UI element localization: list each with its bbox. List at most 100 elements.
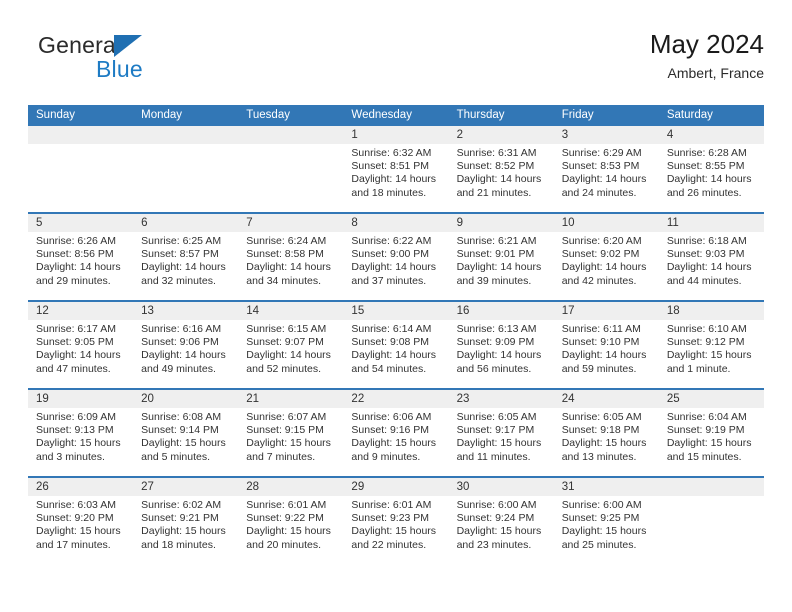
day-number: 18 bbox=[658, 302, 764, 320]
calendar-day-cell[interactable]: 30 Sunrise: 6:00 AM Sunset: 9:24 PM Dayligh… bbox=[448, 478, 554, 566]
calendar-day-cell[interactable]: 6 Sunrise: 6:25 AM Sunset: 8:57 PM Daylight… bbox=[133, 214, 239, 300]
daylight-text-line1: Daylight: 15 hours bbox=[561, 525, 647, 538]
calendar-day-cell[interactable]: 4 Sunrise: 6:28 AM Sunset: 8:55 PM Daylight… bbox=[658, 126, 764, 212]
calendar-day-cell[interactable]: 9 Sunrise: 6:21 AM Sunset: 9:01 PM Daylight… bbox=[448, 214, 554, 300]
calendar-day-cell[interactable]: 28 Sunrise: 6:01 AM Sunset: 9:22 PM Dayligh… bbox=[238, 478, 344, 566]
sunset-text: Sunset: 9:10 PM bbox=[561, 336, 640, 349]
day-details: Sunrise: 6:00 AM Sunset: 9:25 PM Daylight:… bbox=[554, 496, 659, 552]
day-number: 8 bbox=[343, 214, 449, 232]
daylight-text-line2: and 13 minutes. bbox=[561, 450, 637, 463]
calendar-day-cell[interactable]: 18 Sunrise: 6:10 AM Sunset: 9:12 PM Dayligh… bbox=[658, 302, 764, 388]
day-number bbox=[28, 126, 134, 144]
sunrise-text: Sunrise: 6:26 AM bbox=[36, 235, 116, 247]
calendar-day-cell[interactable]: 8 Sunrise: 6:22 AM Sunset: 9:00 PM Daylight… bbox=[343, 214, 449, 300]
day-details: Sunrise: 6:20 AM Sunset: 9:02 PM Daylight:… bbox=[554, 232, 659, 288]
calendar-day-cell[interactable]: 5 Sunrise: 6:26 AM Sunset: 8:56 PM Daylight… bbox=[28, 214, 134, 300]
calendar-day-cell[interactable]: 12 Sunrise: 6:17 AM Sunset: 9:05 PM Dayligh… bbox=[28, 302, 134, 388]
day-number: 15 bbox=[343, 302, 449, 320]
day-details: Sunrise: 6:32 AM Sunset: 8:51 PM Daylight:… bbox=[343, 144, 448, 200]
calendar-day-cell[interactable]: 26 Sunrise: 6:03 AM Sunset: 9:20 PM Dayligh… bbox=[28, 478, 134, 566]
calendar-day-cell[interactable]: 13 Sunrise: 6:16 AM Sunset: 9:06 PM Dayligh… bbox=[133, 302, 239, 388]
day-number: 13 bbox=[133, 302, 239, 320]
daylight-text-line2: and 18 minutes. bbox=[351, 186, 427, 199]
daylight-text-line2: and 52 minutes. bbox=[246, 362, 321, 375]
weekday-header-monday: Monday bbox=[141, 109, 183, 121]
calendar-day-cell[interactable]: 24 Sunrise: 6:05 AM Sunset: 9:18 PM Dayligh… bbox=[553, 390, 659, 476]
sunrise-text: Sunrise: 6:10 AM bbox=[666, 323, 747, 335]
calendar-day-cell[interactable]: 11 Sunrise: 6:18 AM Sunset: 9:03 PM Dayligh… bbox=[658, 214, 764, 300]
daylight-text-line1: Daylight: 15 hours bbox=[351, 525, 437, 538]
calendar-day-cell[interactable]: 10 Sunrise: 6:20 AM Sunset: 9:02 PM Dayligh… bbox=[553, 214, 659, 300]
title-block: May 2024 Ambert, France bbox=[650, 28, 764, 83]
calendar-day-cell[interactable]: 23 Sunrise: 6:05 AM Sunset: 9:17 PM Dayligh… bbox=[448, 390, 554, 476]
sunrise-text: Sunrise: 6:22 AM bbox=[351, 235, 432, 247]
sunrise-text: Sunrise: 6:24 AM bbox=[246, 235, 327, 247]
daylight-text-line1: Daylight: 14 hours bbox=[351, 173, 437, 186]
daylight-text-line1: Daylight: 14 hours bbox=[351, 261, 437, 274]
calendar-day-cell[interactable]: 21 Sunrise: 6:07 AM Sunset: 9:15 PM Dayligh… bbox=[238, 390, 344, 476]
daylight-text-line2: and 7 minutes. bbox=[246, 450, 316, 463]
sunset-text: Sunset: 9:16 PM bbox=[351, 424, 430, 437]
calendar-day-cell[interactable]: 1 Sunrise: 6:32 AM Sunset: 8:51 PM Daylight… bbox=[343, 126, 449, 212]
general-blue-logo[interactable]: General Blue bbox=[38, 32, 218, 90]
weekday-header-row: Sunday Monday Tuesday Wednesday Thursday Frid… bbox=[28, 105, 764, 126]
daylight-text-line1: Daylight: 15 hours bbox=[36, 525, 121, 538]
daylight-text-line1: Daylight: 14 hours bbox=[561, 261, 647, 274]
calendar-day-cell[interactable]: 15 Sunrise: 6:14 AM Sunset: 9:08 PM Dayligh… bbox=[343, 302, 449, 388]
calendar-page: General Blue May 2024 Ambert, France Sun… bbox=[0, 0, 792, 612]
weekday-header-tuesday: Tuesday bbox=[246, 109, 290, 121]
daylight-text-line2: and 5 minutes. bbox=[141, 450, 211, 463]
calendar-day-cell[interactable]: 19 Sunrise: 6:09 AM Sunset: 9:13 PM Dayligh… bbox=[28, 390, 134, 476]
daylight-text-line1: Daylight: 14 hours bbox=[36, 261, 121, 274]
calendar-day-cell[interactable]: 22 Sunrise: 6:06 AM Sunset: 9:16 PM Dayligh… bbox=[343, 390, 449, 476]
daylight-text-line2: and 9 minutes. bbox=[351, 450, 421, 463]
sunset-text: Sunset: 9:14 PM bbox=[141, 424, 219, 437]
sunrise-text: Sunrise: 6:01 AM bbox=[246, 499, 327, 511]
calendar-week-row: 1 Sunrise: 6:32 AM Sunset: 8:51 PM Daylight… bbox=[28, 126, 764, 214]
day-number: 12 bbox=[28, 302, 134, 320]
calendar-day-cell[interactable]: 2 Sunrise: 6:31 AM Sunset: 8:52 PM Daylight… bbox=[448, 126, 554, 212]
daylight-text-line1: Daylight: 14 hours bbox=[351, 349, 437, 362]
page-header: General Blue May 2024 Ambert, France bbox=[28, 28, 764, 96]
daylight-text-line1: Daylight: 14 hours bbox=[141, 349, 226, 362]
daylight-text-line2: and 15 minutes. bbox=[666, 450, 742, 463]
sunset-text: Sunset: 9:03 PM bbox=[666, 248, 745, 261]
day-details: Sunrise: 6:07 AM Sunset: 9:15 PM Daylight:… bbox=[238, 408, 343, 464]
sunset-text: Sunset: 9:07 PM bbox=[246, 336, 324, 349]
sunrise-text: Sunrise: 6:13 AM bbox=[456, 323, 537, 335]
daylight-text-line2: and 1 minute. bbox=[666, 362, 731, 375]
calendar-day-cell[interactable]: 31 Sunrise: 6:00 AM Sunset: 9:25 PM Dayligh… bbox=[553, 478, 659, 566]
logo-text-blue: Blue bbox=[96, 56, 143, 82]
day-details: Sunrise: 6:13 AM Sunset: 9:09 PM Daylight:… bbox=[449, 320, 554, 376]
calendar-day-cell[interactable]: 7 Sunrise: 6:24 AM Sunset: 8:58 PM Daylight… bbox=[238, 214, 344, 300]
sunrise-text: Sunrise: 6:01 AM bbox=[351, 499, 432, 511]
sunset-text: Sunset: 9:05 PM bbox=[36, 336, 114, 349]
sunrise-text: Sunrise: 6:28 AM bbox=[666, 147, 747, 159]
day-number: 2 bbox=[448, 126, 554, 144]
sunrise-text: Sunrise: 6:11 AM bbox=[561, 323, 641, 335]
weekday-header-sunday: Sunday bbox=[36, 109, 76, 121]
sunrise-text: Sunrise: 6:00 AM bbox=[456, 499, 537, 511]
calendar-day-cell[interactable]: 17 Sunrise: 6:11 AM Sunset: 9:10 PM Dayligh… bbox=[553, 302, 659, 388]
calendar-day-cell[interactable]: 14 Sunrise: 6:15 AM Sunset: 9:07 PM Dayligh… bbox=[238, 302, 344, 388]
sunrise-text: Sunrise: 6:18 AM bbox=[666, 235, 747, 247]
calendar-day-cell[interactable]: 29 Sunrise: 6:01 AM Sunset: 9:23 PM Dayligh… bbox=[343, 478, 449, 566]
calendar-day-cell[interactable]: 20 Sunrise: 6:08 AM Sunset: 9:14 PM Dayligh… bbox=[133, 390, 239, 476]
daylight-text-line2: and 21 minutes. bbox=[456, 186, 532, 199]
calendar-day-cell[interactable]: 25 Sunrise: 6:04 AM Sunset: 9:19 PM Dayligh… bbox=[658, 390, 764, 476]
daylight-text-line2: and 17 minutes. bbox=[36, 538, 111, 551]
calendar-day-cell[interactable]: 27 Sunrise: 6:02 AM Sunset: 9:21 PM Dayligh… bbox=[133, 478, 239, 566]
day-number: 16 bbox=[448, 302, 554, 320]
calendar-day-cell[interactable]: 3 Sunrise: 6:29 AM Sunset: 8:53 PM Daylight… bbox=[553, 126, 659, 212]
sunrise-text: Sunrise: 6:07 AM bbox=[246, 411, 327, 423]
day-number: 24 bbox=[553, 390, 659, 408]
logo-text-general: General bbox=[38, 32, 122, 58]
calendar-day-cell[interactable]: 16 Sunrise: 6:13 AM Sunset: 9:09 PM Dayligh… bbox=[448, 302, 554, 388]
daylight-text-line1: Daylight: 15 hours bbox=[666, 437, 752, 450]
daylight-text-line2: and 42 minutes. bbox=[561, 274, 637, 287]
daylight-text-line1: Daylight: 14 hours bbox=[561, 173, 647, 186]
daylight-text-line2: and 39 minutes. bbox=[456, 274, 532, 287]
day-number: 20 bbox=[133, 390, 239, 408]
weekday-header-friday: Friday bbox=[561, 109, 594, 121]
day-details: Sunrise: 6:26 AM Sunset: 8:56 PM Daylight:… bbox=[28, 232, 133, 288]
